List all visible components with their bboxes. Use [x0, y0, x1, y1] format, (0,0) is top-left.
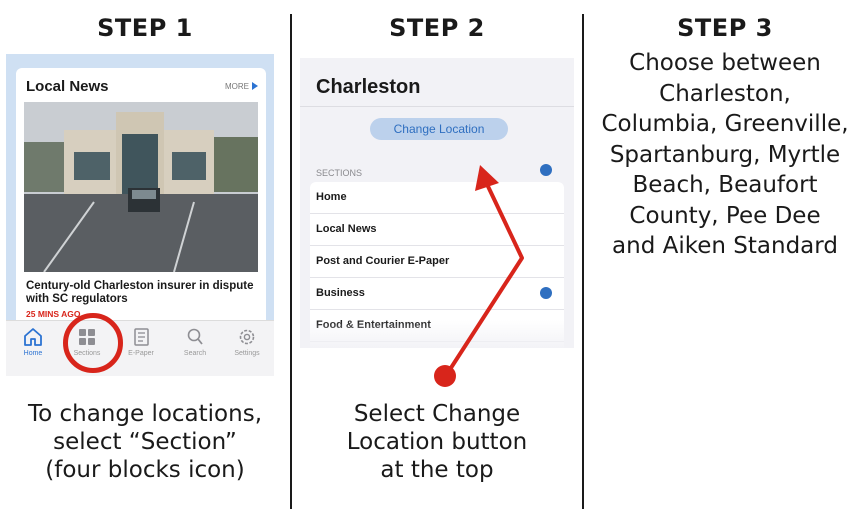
step-2-caption: Select Change Location button at the top: [346, 401, 528, 483]
step-3-body: Choose between Charleston, Columbia, Gre…: [601, 50, 849, 259]
arrow-tail-dot: [434, 365, 456, 387]
step-3-title: STEP 3: [677, 14, 773, 42]
